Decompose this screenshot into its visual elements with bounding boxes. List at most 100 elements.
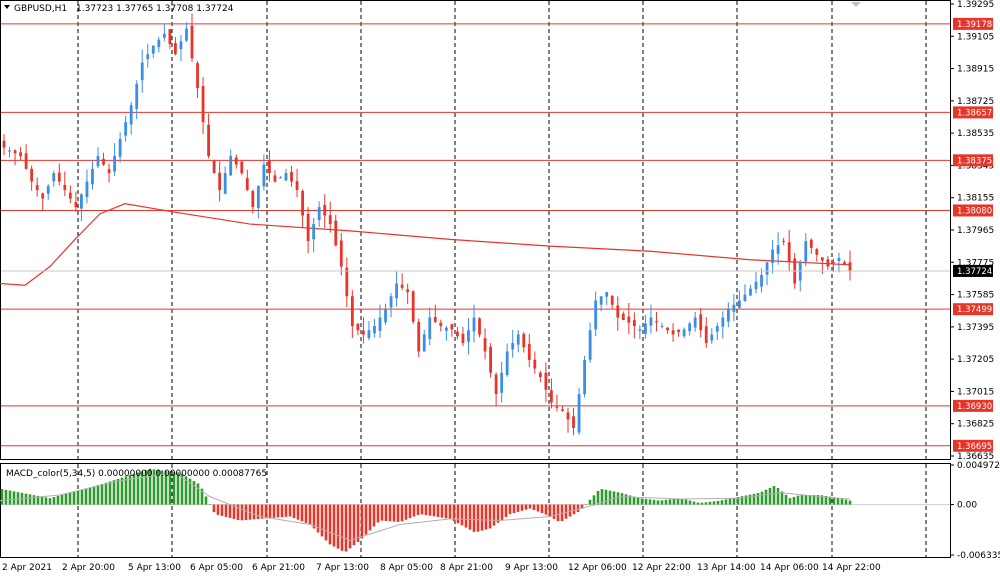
y-tick-label: 1.37205 [957,355,994,365]
macd-bar [468,504,472,530]
candle-body [411,291,415,322]
macd-bar [8,490,12,505]
candle-body [478,318,481,335]
candle-body [290,172,293,182]
candle-body [765,262,769,275]
level-label: 1.38375 [953,154,993,167]
level-label: 1.38080 [953,204,993,217]
macd-bar [256,504,260,520]
macd-bar [644,498,648,505]
macd-bar [92,486,96,505]
macd-bar [268,504,272,519]
candle-body [118,139,122,157]
candle-body [787,242,791,263]
macd-bar [308,504,312,525]
macd-bar [384,504,388,521]
candle-body [96,156,100,167]
macd-bar [340,504,344,551]
level-label: 1.39178 [953,17,993,30]
y-tick-label: 1.37965 [957,226,994,236]
macd-bar [372,504,376,527]
macd-bar [124,476,128,505]
candle-body [373,326,376,334]
candle-body [533,359,537,369]
macd-bar [772,485,776,505]
x-tick-label: 8 Apr 21:00 [440,563,493,573]
price-chart-svg[interactable]: 1.37724 1.392951.391051.389151.387251.38… [0,0,1000,578]
candle-body [632,320,636,327]
candle-body [362,330,365,335]
candle-body [256,185,260,208]
candle-body [395,283,398,299]
macd-bar [728,498,732,505]
candle-body [527,343,531,360]
candle-body [826,259,830,267]
macd-bar [208,504,212,505]
macd-bar [196,483,200,505]
candle-body [522,333,526,348]
candle-body [13,150,17,154]
x-tick-label: 12 Apr 06:00 [568,563,627,573]
macd-y-tick-label: 0.00 [957,501,977,511]
chart-root: 1.37724 1.39295 1.39105 1.38915 1.38725 1.38… [0,0,1000,578]
macd-bar [652,499,656,505]
candle-body [538,372,542,377]
candle-body [378,317,382,331]
macd-bar [32,495,36,505]
candle-body [605,292,609,297]
candle-body [196,63,199,89]
macd-bar [4,489,8,505]
macd-bar [664,499,668,505]
candle-body [2,140,6,148]
candle-body [306,213,310,242]
candle-body [384,309,387,323]
macd-bar [784,494,788,505]
candle-body [223,173,227,194]
macd-bar [380,504,384,521]
candle-body [268,160,271,174]
candle-body [572,416,575,428]
candle-body [627,316,631,323]
y-tick-label: 1.38725 [957,97,994,107]
macd-bar [116,478,120,505]
candle-body [555,406,559,408]
macd-bar [688,500,692,505]
candle-body [616,305,620,318]
macd-bar [680,498,684,505]
candle-body [561,409,564,411]
candle-body [107,169,111,174]
candle-body [677,329,680,332]
macd-bar [96,485,100,505]
macd-bar [404,504,408,520]
candle-body [433,316,437,322]
macd-bar [356,504,360,542]
y-tick-label: 1.37395 [957,323,994,333]
candle-body [46,185,50,194]
candle-body [505,351,509,376]
candle-body [284,173,288,181]
macd-bar [240,504,244,521]
macd-bar [792,496,796,505]
candle-body [782,240,786,242]
candle-body [738,300,741,308]
candle-body [317,207,321,221]
macd-bar [692,501,696,505]
macd-bar [684,499,688,505]
macd-y-tick-label: -0.006335 [957,551,1000,561]
candle-body [74,202,78,208]
macd-bar [804,495,808,505]
candle-body [41,193,45,199]
candle-body [339,240,343,267]
macd-bar [456,504,460,524]
candle-body [671,330,675,335]
macd-bar [748,494,752,505]
candle-body [760,275,763,287]
macd-bar [512,504,516,514]
candle-body [832,261,835,263]
macd-bar [296,504,300,520]
macd-bar [624,494,628,505]
macd-bar [504,504,508,517]
level-value: 1.39178 [957,20,992,30]
macd-bar [120,477,124,505]
candle-body [588,330,592,360]
